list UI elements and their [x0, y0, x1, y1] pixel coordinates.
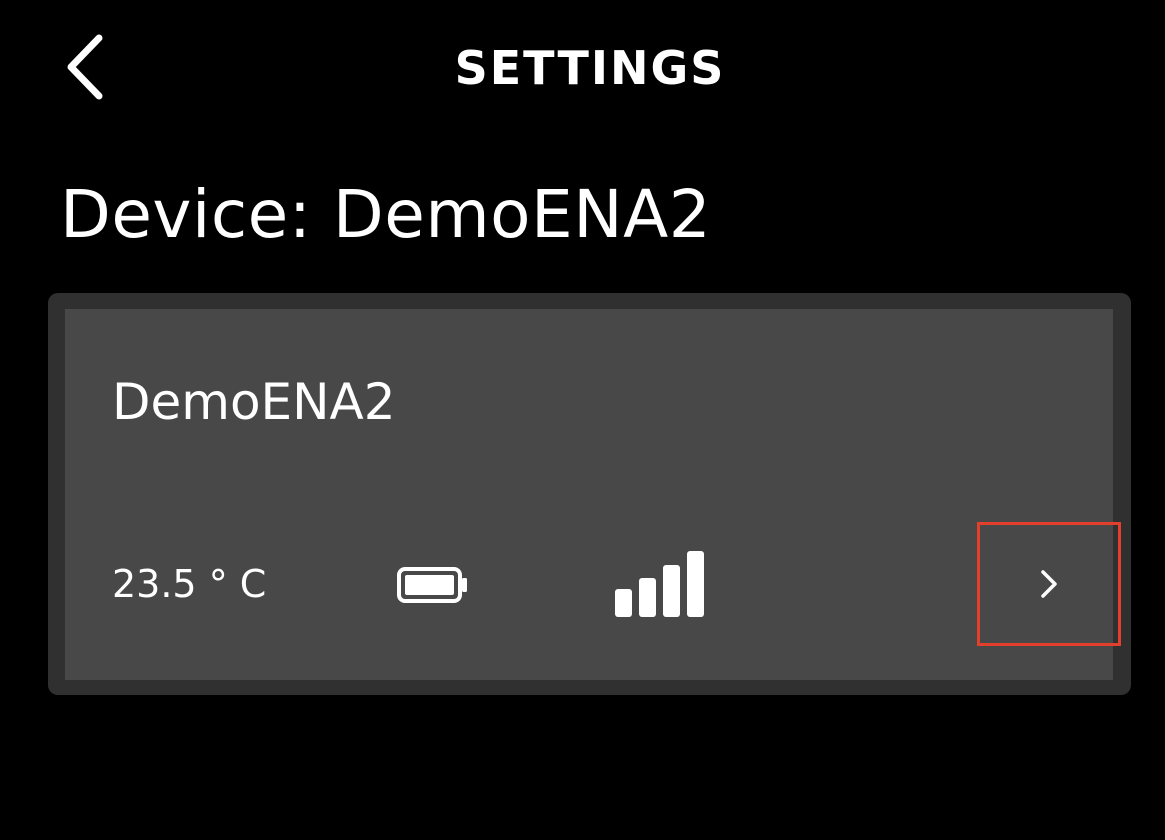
chevron-right-icon [1041, 570, 1057, 598]
signal-strength-icon [615, 551, 704, 617]
device-card[interactable]: DemoENA2 23.5 ° C [65, 309, 1121, 680]
battery-full-icon [397, 567, 467, 603]
device-heading: Device: DemoENA2 [60, 176, 712, 253]
temperature-reading: 23.5 ° C [112, 562, 267, 606]
open-device-button[interactable] [977, 522, 1121, 646]
page-title: SETTINGS [454, 41, 726, 95]
header-bar: SETTINGS [0, 0, 1165, 135]
card-device-name: DemoENA2 [112, 373, 396, 431]
